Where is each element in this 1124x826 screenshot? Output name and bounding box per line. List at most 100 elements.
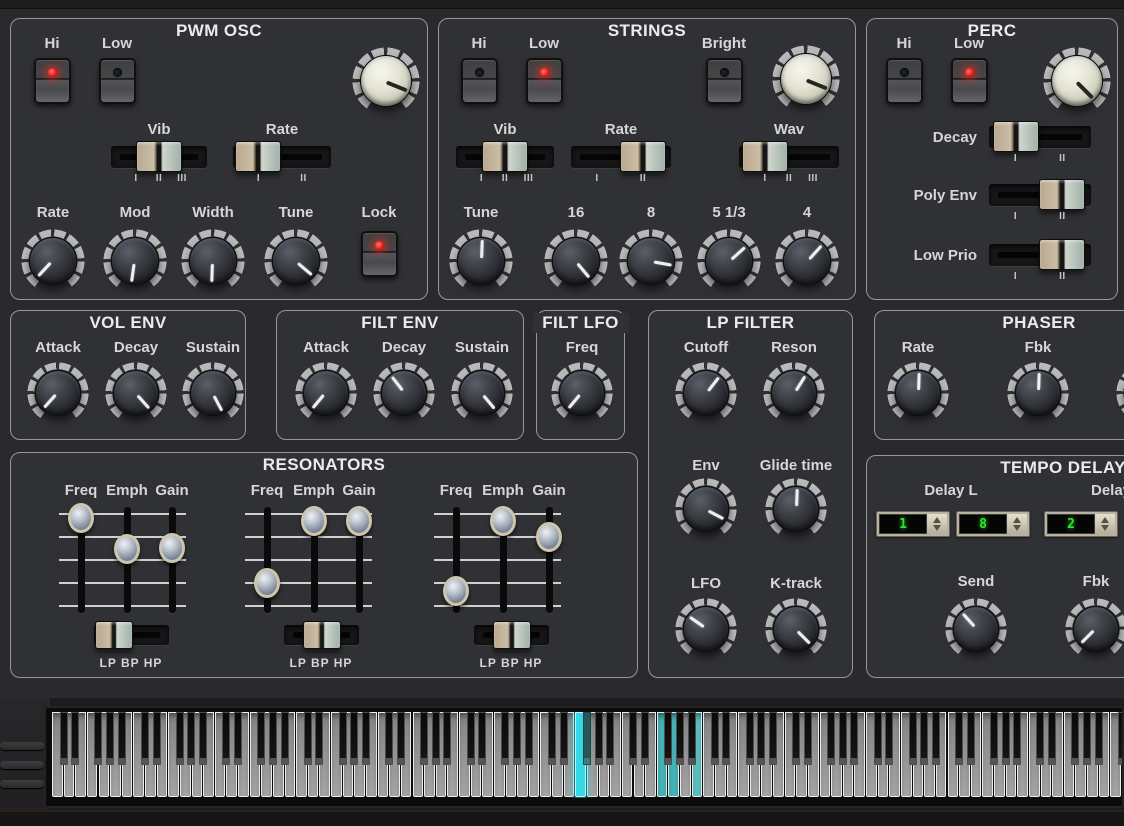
black-key[interactable] (909, 712, 917, 765)
black-key[interactable] (525, 712, 533, 765)
black-key[interactable] (804, 712, 812, 765)
black-key[interactable] (362, 712, 370, 765)
res2-gain-slider[interactable] (343, 503, 375, 621)
strings-tune-knob[interactable] (449, 229, 513, 293)
lp-cutoff-knob[interactable] (675, 362, 737, 424)
black-key[interactable] (1036, 712, 1044, 765)
lp-lfo-knob[interactable] (675, 598, 737, 660)
delay-r-numerator-stepper[interactable]: 2 (1044, 511, 1118, 537)
vol-env-attack-knob[interactable] (27, 362, 89, 424)
black-key[interactable] (827, 712, 835, 765)
vol-env-sustain-knob[interactable] (182, 362, 244, 424)
black-key[interactable] (955, 712, 963, 765)
delay-send-knob[interactable] (945, 598, 1007, 660)
phaser-partial-knob[interactable] (1116, 362, 1124, 424)
black-key[interactable] (1002, 712, 1010, 765)
black-key[interactable] (385, 712, 393, 765)
black-key[interactable] (885, 712, 893, 765)
black-key[interactable] (746, 712, 754, 765)
slider-handle[interactable] (159, 533, 185, 563)
res1-emph-slider[interactable] (111, 503, 143, 621)
switch-handle[interactable] (1039, 179, 1085, 210)
lp-ktrack-knob[interactable] (765, 598, 827, 660)
perc-poly-env-switch[interactable]: III (989, 184, 1091, 228)
black-key[interactable] (501, 712, 509, 765)
black-key[interactable] (1048, 712, 1056, 765)
black-key[interactable] (315, 712, 323, 765)
black-key[interactable] (467, 712, 475, 765)
res2-freq-slider[interactable] (251, 503, 283, 621)
black-key[interactable] (222, 712, 230, 765)
black-key[interactable] (1071, 712, 1079, 765)
res3-freq-slider[interactable] (440, 503, 472, 621)
lp-reson-knob[interactable] (763, 362, 825, 424)
pwm-vib-switch[interactable]: IIIIII (111, 146, 207, 190)
vol-env-decay-knob[interactable] (105, 362, 167, 424)
switch-handle[interactable] (482, 141, 528, 172)
black-key[interactable] (513, 712, 521, 765)
phaser-rate-knob[interactable] (887, 362, 949, 424)
pwm-width-knob[interactable] (181, 229, 245, 293)
strings-5-13-knob[interactable] (697, 229, 761, 293)
pwm-rate-switch[interactable]: III (233, 146, 331, 190)
black-key[interactable] (850, 712, 858, 765)
black-key[interactable] (397, 712, 405, 765)
switch-handle[interactable] (742, 141, 788, 172)
lp-glide-knob[interactable] (765, 478, 827, 540)
black-key[interactable] (932, 712, 940, 765)
black-key[interactable] (118, 712, 126, 765)
switch-handle[interactable] (493, 621, 531, 649)
strings-hi-button[interactable] (461, 58, 498, 104)
black-key[interactable] (432, 712, 440, 765)
strings-16-knob[interactable] (544, 229, 608, 293)
slider-handle[interactable] (346, 506, 372, 536)
slider-handle[interactable] (490, 506, 516, 536)
black-key[interactable] (560, 712, 568, 765)
black-key[interactable] (350, 712, 358, 765)
black-key[interactable] (990, 712, 998, 765)
perc-decay-switch[interactable]: III (989, 126, 1091, 170)
black-key[interactable] (420, 712, 428, 765)
black-key[interactable] (153, 712, 161, 765)
slider-handle[interactable] (68, 503, 94, 533)
filt-env-sustain-knob[interactable] (451, 362, 513, 424)
black-key[interactable] (60, 712, 68, 765)
switch-handle[interactable] (303, 621, 341, 649)
black-key[interactable] (769, 712, 777, 765)
switch-handle[interactable] (136, 141, 182, 172)
switch-handle[interactable] (1039, 239, 1085, 270)
pwm-volume-knob[interactable] (352, 47, 420, 115)
black-key[interactable] (94, 712, 102, 765)
black-key[interactable] (1083, 712, 1091, 765)
black-key[interactable] (1118, 712, 1122, 765)
stepper-spinner[interactable] (1095, 514, 1115, 534)
switch-handle[interactable] (993, 121, 1039, 152)
black-key[interactable] (176, 712, 184, 765)
black-key[interactable] (1013, 712, 1021, 765)
res1-freq-slider[interactable] (65, 503, 97, 621)
delay-l-numerator-stepper[interactable]: 1 (876, 511, 950, 537)
black-key[interactable] (478, 712, 486, 765)
switch-handle[interactable] (620, 141, 666, 172)
slider-handle[interactable] (254, 568, 280, 598)
strings-bright-button[interactable] (706, 58, 743, 104)
black-key[interactable] (641, 712, 649, 765)
pwm-tune-knob[interactable] (264, 229, 328, 293)
stepper-spinner[interactable] (1007, 514, 1027, 534)
perc-low-prio-switch[interactable]: III (989, 244, 1091, 288)
black-key[interactable] (722, 712, 730, 765)
black-key[interactable] (71, 712, 79, 765)
black-key[interactable] (583, 712, 591, 765)
slider-handle[interactable] (536, 522, 562, 552)
black-key[interactable] (792, 712, 800, 765)
stepper-spinner[interactable] (927, 514, 947, 534)
black-key[interactable] (595, 712, 603, 765)
strings-rate-switch[interactable]: III (571, 146, 671, 190)
black-key[interactable] (839, 712, 847, 765)
black-key[interactable] (257, 712, 265, 765)
pwm-rate-knob[interactable] (21, 229, 85, 293)
black-key[interactable] (967, 712, 975, 765)
lp-env-knob[interactable] (675, 478, 737, 540)
switch-handle[interactable] (235, 141, 281, 172)
black-key[interactable] (920, 712, 928, 765)
